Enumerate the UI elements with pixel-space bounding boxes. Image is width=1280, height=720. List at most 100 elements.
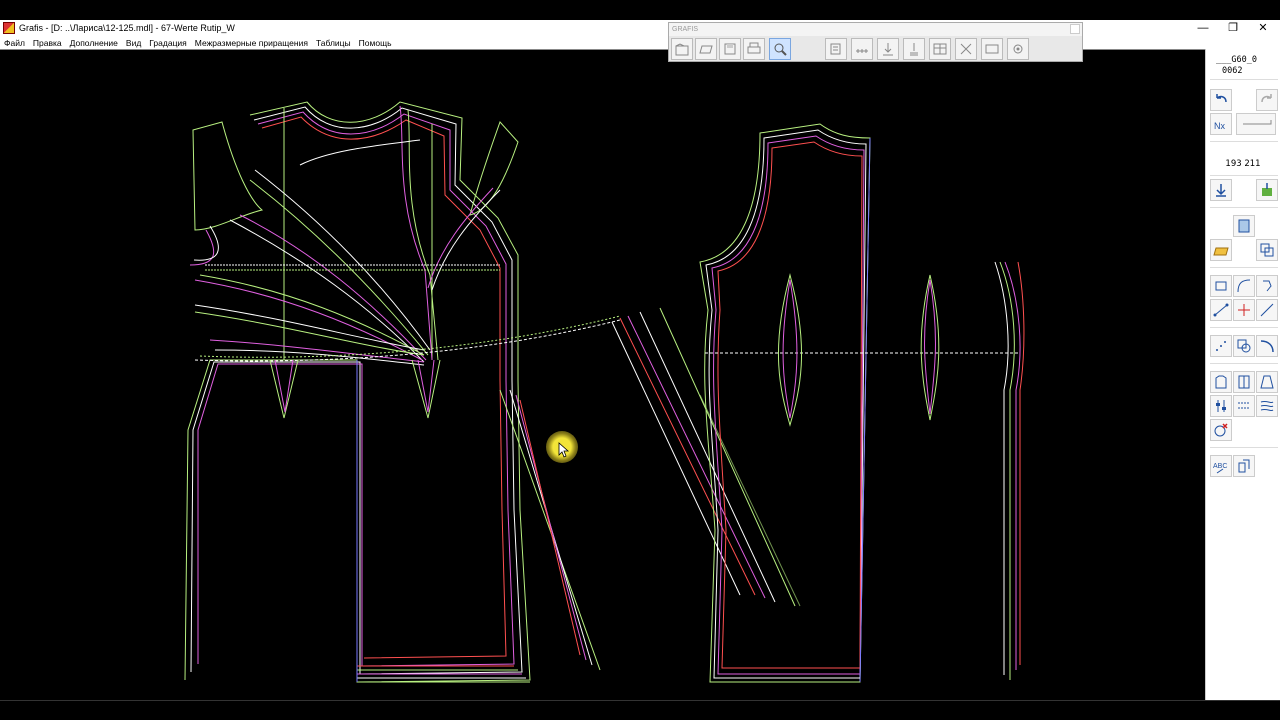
wrap-line-3 [431, 189, 501, 291]
pleat-9 [209, 339, 425, 363]
grafis-toolbar-title: GRAFIS [669, 23, 1082, 36]
save-icon[interactable] [719, 38, 741, 60]
back-outline-white [705, 129, 867, 679]
menu-edit[interactable]: Правка [33, 38, 62, 48]
window-title: Grafis - [D: ..\Лариса\12-125.mdl] - 67-… [19, 23, 235, 33]
arrow-down-icon[interactable] [1210, 179, 1232, 201]
folder-open-icon[interactable] [695, 38, 717, 60]
svg-text:ABC: ABC [1213, 463, 1227, 470]
back-outline-green [699, 123, 871, 683]
back-dart-2-inner [924, 279, 936, 415]
separator [1210, 207, 1278, 208]
sweep-icon[interactable] [1256, 395, 1278, 417]
point-line-icon[interactable] [1210, 299, 1232, 321]
title-bar[interactable]: Grafis - [D: ..\Лариса\12-125.mdl] - 67-… [0, 20, 1280, 36]
pleat-4 [229, 219, 425, 363]
menu-bar: Файл Правка Дополнение Вид Градация Межр… [0, 36, 1280, 49]
side-panel-right-magenta [627, 315, 766, 599]
delete-icon[interactable] [1210, 419, 1232, 441]
close-button[interactable]: ✕ [1248, 20, 1278, 36]
app-icon [3, 22, 15, 34]
abc-icon[interactable]: ABC [1210, 455, 1232, 477]
side-panel-right-white [639, 311, 776, 603]
piece-icon[interactable] [1256, 179, 1278, 201]
dotted-icon[interactable] [1233, 395, 1255, 417]
slider-icon[interactable] [1210, 395, 1232, 417]
print-icon[interactable] [743, 38, 765, 60]
layer-icon[interactable] [825, 38, 847, 60]
back-dart-1-inner [782, 279, 798, 419]
book-icon[interactable] [1233, 215, 1255, 237]
line-icon[interactable] [1236, 113, 1276, 135]
menu-grading[interactable]: Градация [149, 38, 187, 48]
measure-icon[interactable] [851, 38, 873, 60]
undo-icon[interactable] [1210, 89, 1232, 111]
minimize-button[interactable]: — [1188, 20, 1218, 36]
pleat-7 [194, 304, 425, 351]
size-icon[interactable] [981, 38, 1003, 60]
separator [1210, 79, 1278, 80]
diagonal-icon[interactable] [1256, 299, 1278, 321]
grid-icon[interactable] [955, 38, 977, 60]
separator [1210, 327, 1278, 328]
separator [1210, 141, 1278, 142]
grafis-toolbar-close-button[interactable] [1070, 24, 1080, 34]
open-icon[interactable] [671, 38, 693, 60]
front-dart-left-2 [274, 359, 294, 413]
nx-icon[interactable]: Nx [1210, 113, 1232, 135]
back-dart-2 [920, 274, 940, 421]
arc-icon[interactable] [1256, 335, 1278, 357]
separator [1210, 175, 1278, 176]
wrap-line-1 [399, 105, 433, 361]
pleat-5 [199, 274, 425, 356]
grafis-window: Grafis - [D: ..\Лариса\12-125.mdl] - 67-… [0, 20, 1280, 700]
size-label-line1: ___G60_0 [1216, 55, 1257, 65]
menu-help[interactable]: Помощь [359, 38, 392, 48]
side-panel-inner-1 [611, 321, 741, 596]
dress-icon[interactable] [1256, 371, 1278, 393]
mouse-pointer-icon [558, 442, 570, 458]
menu-size-increments[interactable]: Межразмерные приращения [195, 38, 308, 48]
insert-icon[interactable] [903, 38, 925, 60]
back-outline-red [717, 141, 863, 669]
screen: Grafis - [D: ..\Лариса\12-125.mdl] - 67-… [0, 0, 1280, 720]
side-back-white [994, 261, 1009, 675]
right-armhole-curve [469, 121, 519, 216]
curve-icon[interactable] [1233, 275, 1255, 297]
menu-addons[interactable]: Дополнение [70, 38, 118, 48]
table-icon[interactable] [929, 38, 951, 60]
menu-view[interactable]: Вид [126, 38, 141, 48]
shape-icon[interactable] [1233, 335, 1255, 357]
pattern-drawing [184, 101, 1025, 683]
maximize-button[interactable]: ❐ [1218, 20, 1248, 36]
redo-icon[interactable] [1256, 89, 1278, 111]
letterbox-top [0, 0, 1280, 20]
rect-icon[interactable] [1210, 275, 1232, 297]
copy-icon[interactable] [1256, 239, 1278, 261]
folder-icon[interactable] [1210, 239, 1232, 261]
right-tool-panel: ___G60_0 0062 Nx 193 211 ABC [1205, 49, 1280, 700]
clone-icon[interactable] [1233, 455, 1255, 477]
download-icon[interactable] [877, 38, 899, 60]
dots-icon[interactable] [1210, 335, 1232, 357]
front-outline-red [261, 116, 507, 659]
settings-icon[interactable] [1007, 38, 1029, 60]
shirt-icon[interactable] [1210, 371, 1232, 393]
front-dart-right [411, 359, 441, 419]
drawing-canvas[interactable] [0, 49, 1205, 700]
separator [1210, 447, 1278, 448]
back-dart-1 [778, 273, 802, 427]
menu-file[interactable]: Файл [4, 38, 25, 48]
separator [1210, 267, 1278, 268]
menu-tables[interactable]: Таблицы [316, 38, 351, 48]
pattern-icon[interactable] [1233, 371, 1255, 393]
pleat-6 [194, 279, 423, 361]
left-armhole-curve [192, 121, 264, 231]
coordinates-readout: 193 211 [1225, 159, 1261, 169]
front-dart-right-2 [417, 359, 435, 413]
rotate-icon[interactable] [1256, 275, 1278, 297]
cross-icon[interactable] [1233, 299, 1255, 321]
grafis-toolbar: GRAFIS [668, 22, 1083, 62]
zoom-icon[interactable] [769, 38, 791, 60]
front-outline-magenta [197, 111, 515, 667]
